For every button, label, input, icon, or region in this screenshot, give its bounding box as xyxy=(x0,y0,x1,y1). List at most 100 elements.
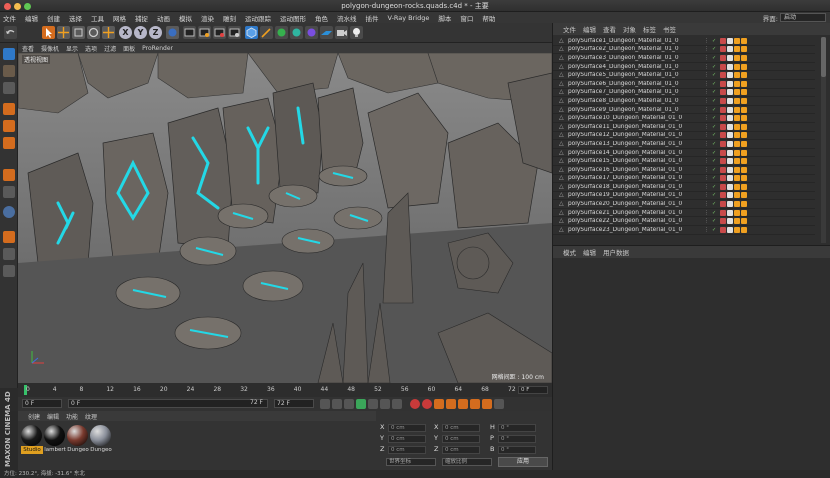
visibility-dots-icon[interactable]: ⋮ xyxy=(704,201,712,207)
enable-check-icon[interactable]: ✓ xyxy=(712,115,720,121)
visibility-dots-icon[interactable]: ⋮ xyxy=(704,81,712,87)
scale-key-icon[interactable] xyxy=(458,399,468,409)
enable-check-icon[interactable]: ✓ xyxy=(712,141,720,147)
visibility-dots-icon[interactable]: ⋮ xyxy=(704,210,712,216)
enable-check-icon[interactable]: ✓ xyxy=(712,55,720,61)
object-row[interactable]: △ polySurface19_Dungeon_Material_01_0 ⋮ ✓ xyxy=(553,192,815,201)
object-name[interactable]: polySurface9_Dungeon_Material_01_0 xyxy=(568,107,704,113)
object-tag-icon[interactable] xyxy=(720,54,726,61)
material-swatch[interactable] xyxy=(90,425,111,446)
visibility-dots-icon[interactable]: ⋮ xyxy=(704,175,712,181)
object-tag-icon[interactable] xyxy=(720,72,726,79)
material-menu-edit[interactable]: 编辑 xyxy=(47,412,59,421)
object-name[interactable]: polySurface23_Dungeon_Material_01_0 xyxy=(568,227,704,233)
object-tag-icon[interactable] xyxy=(734,166,740,173)
next-key-icon[interactable] xyxy=(380,399,390,409)
viewport-menu-view[interactable]: 查看 xyxy=(22,44,34,53)
object-tag-icon[interactable] xyxy=(720,140,726,147)
max-frame-field[interactable]: 72 F xyxy=(248,399,268,408)
menu-snap[interactable]: 捕捉 xyxy=(135,13,148,23)
menu-vray-bridge[interactable]: V-Ray Bridge xyxy=(388,14,430,22)
object-row[interactable]: △ polySurface20_Dungeon_Material_01_0 ⋮ ✓ xyxy=(553,200,815,209)
object-name[interactable]: polySurface11_Dungeon_Material_01_0 xyxy=(568,124,704,130)
enable-check-icon[interactable]: ✓ xyxy=(712,64,720,70)
object-tag-icon[interactable] xyxy=(734,192,740,199)
snap-icon[interactable] xyxy=(3,206,15,218)
attribute-menu-mode[interactable]: 模式 xyxy=(563,247,576,257)
visibility-dots-icon[interactable]: ⋮ xyxy=(704,115,712,121)
object-tag-icon[interactable] xyxy=(734,72,740,79)
current-frame-field[interactable]: 0 F xyxy=(22,399,62,408)
object-menu-view[interactable]: 查看 xyxy=(603,24,616,34)
object-name[interactable]: polySurface22_Dungeon_Material_01_0 xyxy=(568,218,704,224)
object-tag-icon[interactable] xyxy=(727,37,733,44)
object-tag-icon[interactable] xyxy=(741,166,747,173)
viewport-menu-cameras[interactable]: 摄像机 xyxy=(41,44,59,53)
visibility-dots-icon[interactable]: ⋮ xyxy=(704,141,712,147)
coordinate-system-icon[interactable] xyxy=(166,26,179,39)
viewport-menu-display[interactable]: 显示 xyxy=(66,44,78,53)
object-tag-icon[interactable] xyxy=(720,158,726,165)
y-axis-lock-icon[interactable]: Y xyxy=(134,26,147,39)
grid-icon[interactable] xyxy=(3,265,15,277)
object-tag-icon[interactable] xyxy=(720,37,726,44)
play-icon[interactable] xyxy=(356,399,366,409)
object-tag-icon[interactable] xyxy=(741,192,747,199)
menu-script[interactable]: 脚本 xyxy=(438,13,451,23)
object-tag-icon[interactable] xyxy=(727,46,733,53)
prev-frame-icon[interactable] xyxy=(344,399,354,409)
coordinate-space-select[interactable]: 世界坐标 xyxy=(386,458,436,466)
object-tag-icon[interactable] xyxy=(741,183,747,190)
object-name[interactable]: polySurface18_Dungeon_Material_01_0 xyxy=(568,184,704,190)
enable-check-icon[interactable]: ✓ xyxy=(712,210,720,216)
material-menu-create[interactable]: 创建 xyxy=(28,412,40,421)
x-axis-lock-icon[interactable]: X xyxy=(119,26,132,39)
undo-icon[interactable] xyxy=(4,26,17,39)
visibility-dots-icon[interactable]: ⋮ xyxy=(704,184,712,190)
object-tag-icon[interactable] xyxy=(734,54,740,61)
solo-icon[interactable] xyxy=(3,248,15,260)
object-tag-icon[interactable] xyxy=(727,201,733,208)
rotation-key-icon[interactable] xyxy=(470,399,480,409)
enable-check-icon[interactable]: ✓ xyxy=(712,201,720,207)
viewport-menu-filter[interactable]: 过滤 xyxy=(104,44,116,53)
object-tag-icon[interactable] xyxy=(727,97,733,104)
object-row[interactable]: △ polySurface11_Dungeon_Material_01_0 ⋮ ✓ xyxy=(553,123,815,132)
object-row[interactable]: △ polySurface14_Dungeon_Material_01_0 ⋮ ✓ xyxy=(553,149,815,158)
cube-primitive-icon[interactable] xyxy=(245,26,258,39)
object-row[interactable]: △ polySurface3_Dungeon_Material_01_0 ⋮ ✓ xyxy=(553,54,815,63)
object-tag-icon[interactable] xyxy=(720,115,726,122)
coord-value-field[interactable]: 0 cm xyxy=(442,446,480,454)
object-row[interactable]: △ polySurface5_Dungeon_Material_01_0 ⋮ ✓ xyxy=(553,71,815,80)
object-name[interactable]: polySurface8_Dungeon_Material_01_0 xyxy=(568,98,704,104)
object-row[interactable]: △ polySurface2_Dungeon_Material_01_0 ⋮ ✓ xyxy=(553,46,815,55)
enable-check-icon[interactable]: ✓ xyxy=(712,72,720,78)
object-tag-icon[interactable] xyxy=(727,166,733,173)
object-tag-icon[interactable] xyxy=(727,158,733,165)
coord-value-field[interactable]: 0 cm xyxy=(442,435,480,443)
object-tag-icon[interactable] xyxy=(741,201,747,208)
object-menu-bookmarks[interactable]: 书签 xyxy=(663,24,676,34)
object-name[interactable]: polySurface12_Dungeon_Material_01_0 xyxy=(568,132,704,138)
visibility-dots-icon[interactable]: ⋮ xyxy=(704,38,712,44)
visibility-dots-icon[interactable]: ⋮ xyxy=(704,64,712,70)
object-tag-icon[interactable] xyxy=(741,46,747,53)
object-tag-icon[interactable] xyxy=(734,115,740,122)
visibility-dots-icon[interactable]: ⋮ xyxy=(704,158,712,164)
object-tag-icon[interactable] xyxy=(727,175,733,182)
object-tag-icon[interactable] xyxy=(720,226,726,233)
object-tag-icon[interactable] xyxy=(720,209,726,216)
object-row[interactable]: △ polySurface23_Dungeon_Material_01_0 ⋮ ✓ xyxy=(553,226,815,235)
model-mode-icon[interactable] xyxy=(3,48,15,60)
object-tag-icon[interactable] xyxy=(727,54,733,61)
menu-motion-tracking[interactable]: 运动跟踪 xyxy=(245,13,271,23)
object-tag-icon[interactable] xyxy=(727,106,733,113)
object-tag-icon[interactable] xyxy=(720,192,726,199)
object-tag-icon[interactable] xyxy=(734,209,740,216)
object-tag-icon[interactable] xyxy=(741,106,747,113)
material-swatch[interactable] xyxy=(67,425,88,446)
object-tag-icon[interactable] xyxy=(741,218,747,225)
prev-key-icon[interactable] xyxy=(332,399,342,409)
autokey-icon[interactable] xyxy=(422,399,432,409)
record-icon[interactable] xyxy=(410,399,420,409)
